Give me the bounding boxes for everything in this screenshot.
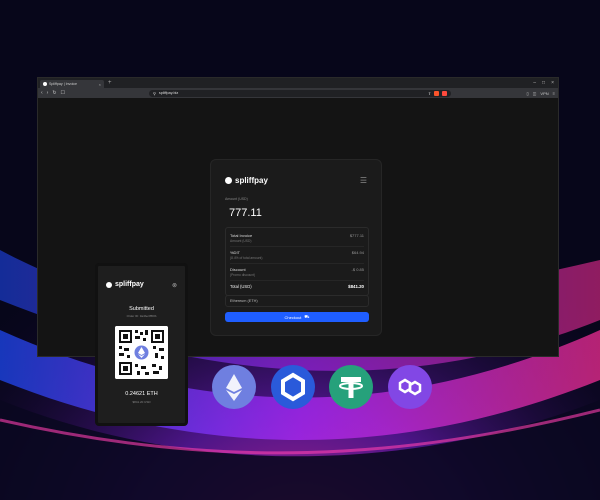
brand: spliffpay [225, 176, 268, 185]
checkout-label: Checkout [284, 314, 302, 320]
row-label: Discount [230, 267, 246, 272]
close-window-icon[interactable]: × [551, 80, 554, 86]
browser-tab[interactable]: Spliffpay | Invoice × [40, 80, 104, 88]
tab-title: Spliffpay | Invoice [49, 82, 78, 86]
menu-icon[interactable]: ≡ [553, 91, 555, 96]
reload-icon[interactable]: ↻ [52, 90, 56, 96]
share-icon[interactable]: ⇪ [428, 91, 431, 96]
order-id: Order ID: 3a4be3f5f0b [126, 314, 157, 318]
status-title: Submitted [129, 306, 154, 312]
minimize-icon[interactable]: – [533, 80, 536, 86]
maximize-icon[interactable]: □ [542, 80, 545, 86]
polygon-icon [388, 365, 432, 409]
address-bar[interactable]: ⚲ spliffpay.biz ⇪ [149, 89, 452, 97]
amount-label: Amount (USD) [225, 197, 248, 201]
row-label: %DIT [230, 250, 240, 255]
total-label: Total (USD) [230, 284, 252, 289]
amount-input[interactable]: 777.11 [229, 207, 262, 219]
tether-icon [329, 365, 373, 409]
tab-bar: Spliffpay | Invoice × + – □ × [38, 78, 558, 88]
forward-icon[interactable]: › [47, 90, 49, 96]
site-info-icon[interactable]: ⚲ [153, 91, 156, 96]
wallet-icon[interactable]: ◫ [533, 91, 537, 96]
total-row: Total (USD) $841.20 [230, 281, 364, 293]
qr-code [115, 326, 168, 379]
favicon-icon [43, 82, 47, 86]
invoice-card: spliffpay ☰ Amount (USD) 777.11 Total In… [210, 159, 382, 336]
row-label: Total Invoice [230, 233, 253, 238]
phone-brand: spliffpay [106, 281, 144, 288]
invoice-row: Total Invoice Amount (USD) $777.11 [230, 230, 364, 247]
spliffpay-logo-icon [106, 281, 112, 288]
chainlink-icon [271, 365, 315, 409]
brand-name: spliffpay [235, 176, 268, 185]
toolbar-right: ▯ ◫ VPN ≡ [526, 91, 555, 96]
checkout-button[interactable]: Checkout ⛟ [225, 312, 369, 322]
row-sublabel: (8.4% of total amount) [230, 256, 263, 260]
close-icon[interactable]: ⊗ [172, 282, 177, 289]
close-tab-icon[interactable]: × [99, 82, 101, 87]
row-sublabel: Amount (USD) [230, 239, 252, 243]
row-value: $64.94 [351, 250, 364, 255]
back-icon[interactable]: ‹ [41, 90, 43, 96]
bookmark-icon[interactable]: ☐ [61, 90, 65, 96]
shield-icon[interactable] [434, 90, 440, 96]
new-tab-button[interactable]: + [108, 80, 112, 86]
row-value: -$ 0.85 [351, 267, 364, 272]
usd-amount: $841.20 USD [132, 400, 151, 404]
ethereum-icon [212, 365, 256, 409]
rewards-icon[interactable] [442, 90, 448, 96]
invoice-row: %DIT (8.4% of total amount) $64.94 [230, 247, 364, 264]
spliffpay-logo-icon [225, 177, 232, 184]
row-value: $777.11 [349, 233, 364, 238]
phone-mockup: spliffpay ⊗ Submitted Order ID: 3a4be3f5… [95, 263, 188, 426]
network-select[interactable]: Ethereum (ETH) [225, 295, 369, 307]
sidebar-icon[interactable]: ▯ [526, 91, 528, 96]
eth-amount: 0.24621 ETH [125, 391, 158, 397]
cart-icon: ⛟ [304, 314, 310, 319]
invoice-row: Discount (Promo discount) -$ 0.85 [230, 264, 364, 281]
settings-sliders-icon[interactable]: ☰ [360, 176, 367, 185]
total-value: $841.20 [348, 284, 364, 289]
row-sublabel: (Promo discount) [230, 273, 256, 277]
vpn-button[interactable]: VPN [540, 91, 548, 96]
browser-toolbar: ‹ › ↻ ☐ ⚲ spliffpay.biz ⇪ ▯ ◫ VPN ≡ [38, 88, 558, 98]
window-controls: – □ × [533, 80, 558, 86]
url-text: spliffpay.biz [158, 91, 179, 95]
phone-brand-name: spliffpay [115, 281, 144, 288]
invoice-breakdown: Total Invoice Amount (USD) $777.11 %DIT (8… [225, 227, 369, 296]
